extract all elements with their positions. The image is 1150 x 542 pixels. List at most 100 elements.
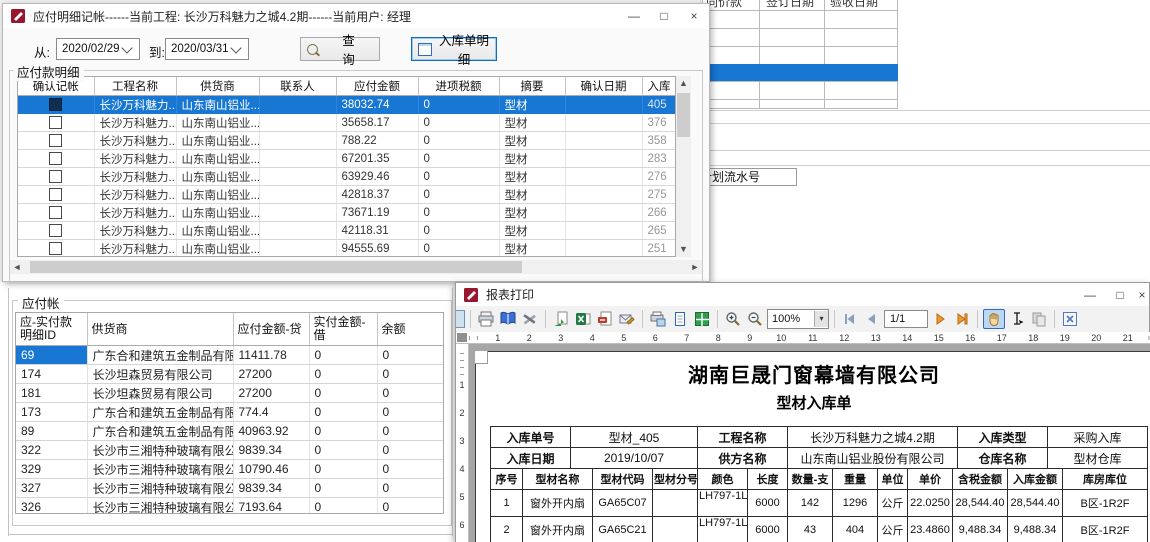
cell-supplier: 山东南山铝业... — [176, 186, 259, 204]
cell-project: 长沙万科魅力... — [94, 114, 176, 132]
column-header: 确认日期 — [565, 77, 642, 96]
print-icon[interactable] — [476, 310, 496, 328]
ruler-number: 6 — [640, 332, 672, 342]
pages-icon[interactable] — [692, 310, 712, 328]
scroll-down-icon[interactable]: ▼ — [676, 242, 691, 257]
scroll-up-icon[interactable]: ▲ — [676, 76, 691, 91]
copy-icon[interactable] — [1029, 310, 1049, 328]
cell-inbound: 376 — [642, 114, 676, 132]
maximize-icon[interactable]: □ — [1105, 286, 1135, 304]
mail-icon[interactable] — [617, 310, 637, 328]
table-row[interactable]: 长沙万科魅力... 山东南山铝业... 73671.19 0 型材 266 — [18, 204, 676, 222]
cell-summary: 型材 — [499, 240, 565, 258]
table-row[interactable]: 327 长沙市三湘特种玻璃有限公司 9839.34 0 0 — [16, 479, 443, 498]
titlebar: 应付明细记帐------当前工程: 长沙万科魅力之城4.2期------当前用户… — [3, 4, 709, 28]
cell-summary: 型材 — [499, 186, 565, 204]
table-row[interactable]: 长沙万科魅力... 山东南山铝业... 788.22 0 型材 358 — [18, 132, 676, 150]
cell-amount: 38032.74 — [336, 96, 418, 114]
confirm-checkbox[interactable] — [49, 98, 62, 111]
table-row[interactable]: 322 长沙市三湘特种玻璃有限公司 9839.34 0 0 — [16, 441, 443, 460]
scroll-left-icon[interactable]: ◄ — [10, 260, 24, 274]
horizontal-scrollbar[interactable]: ◄ ► — [10, 260, 702, 274]
doc-icon[interactable] — [456, 310, 465, 328]
table-row[interactable]: 长沙万科魅力... 山东南山铝业... 67201.35 0 型材 283 — [18, 150, 676, 168]
table-row[interactable]: 长沙万科魅力... 山东南山铝业... 38032.74 0 型材 405 — [18, 96, 676, 114]
column-header: 型材分号 — [653, 469, 698, 490]
confirm-checkbox[interactable] — [49, 116, 62, 129]
confirm-checkbox[interactable] — [49, 206, 62, 219]
scroll-right-icon[interactable]: ► — [688, 260, 702, 274]
column-header: 入库金额 — [1008, 469, 1063, 490]
table-row[interactable]: 326 长沙市三湘特种玻璃有限公司 7193.64 0 0 — [16, 498, 443, 515]
confirm-checkbox[interactable] — [49, 152, 62, 165]
book-icon[interactable] — [498, 310, 518, 328]
close-icon[interactable]: × — [679, 7, 709, 25]
export-icon[interactable] — [551, 310, 571, 328]
table-row[interactable]: 89 广东合和建筑五金制品有限公司 40963.92 0 0 — [16, 422, 443, 441]
report-page: 湖南巨晟门窗幕墙有限公司 型材入库单 入库单号 型材_405 工程名称 长沙万科… — [475, 351, 1150, 542]
minimize-icon[interactable]: — — [1075, 286, 1105, 304]
confirm-checkbox[interactable] — [49, 224, 62, 237]
from-date-select[interactable]: 2020/02/29 — [56, 38, 140, 60]
scrollbar-thumb[interactable] — [677, 93, 690, 137]
to-date-select[interactable]: 2020/03/31 — [165, 38, 249, 60]
confirm-checkbox[interactable] — [49, 170, 62, 183]
ruler-number: 5 — [456, 492, 468, 520]
hand-tool-icon[interactable] — [983, 309, 1005, 329]
page-number-input[interactable]: 1/1 — [884, 310, 928, 328]
close-icon[interactable]: × — [1135, 286, 1149, 304]
cell-balance: 0 — [377, 498, 443, 515]
close-preview-icon[interactable] — [1060, 310, 1080, 328]
table-row[interactable]: 长沙万科魅力... 山东南山铝业... 63929.46 0 型材 276 — [18, 168, 676, 186]
cell-tax: 0 — [418, 96, 499, 114]
cell-id: 322 — [16, 441, 87, 460]
table-row[interactable]: 174 长沙坦森贸易有限公司 27200 0 0 — [16, 365, 443, 384]
cell-id: 327 — [16, 479, 87, 498]
confirm-checkbox[interactable] — [49, 134, 62, 147]
vertical-scrollbar[interactable]: ▲ ▼ — [676, 76, 691, 257]
prev-page-icon[interactable] — [862, 310, 882, 328]
table-row[interactable]: 长沙万科魅力... 山东南山铝业... 35658.17 0 型材 376 — [18, 114, 676, 132]
column-header: 签订日期 — [766, 0, 814, 7]
chevron-down-icon[interactable]: ▾ — [814, 311, 828, 327]
zoom-out-icon[interactable] — [745, 310, 765, 328]
table-row[interactable]: 181 长沙坦森贸易有限公司 27200 0 0 — [16, 384, 443, 403]
minimize-icon[interactable]: — — [619, 7, 649, 25]
confirm-checkbox[interactable] — [49, 188, 62, 201]
pdf-icon[interactable] — [595, 310, 615, 328]
scrollbar-thumb[interactable] — [30, 261, 522, 273]
cell-amount: 63929.46 — [336, 168, 418, 186]
page-icon[interactable] — [670, 310, 690, 328]
query-button[interactable]: 查 询 — [300, 37, 380, 61]
zoom-in-icon[interactable] — [723, 310, 743, 328]
excel-icon[interactable] — [573, 310, 593, 328]
table-row[interactable]: 长沙万科魅力... 山东南山铝业... 94555.69 0 型材 251 — [18, 240, 676, 258]
table-row[interactable]: 69 广东合和建筑五金制品有限公司 11411.78 0 0 — [16, 346, 443, 365]
selected-row-highlight — [702, 64, 898, 81]
cell-tax: 0 — [418, 240, 499, 258]
cell-amount: 73671.19 — [336, 204, 418, 222]
tools-icon[interactable] — [520, 310, 540, 328]
first-page-icon[interactable] — [840, 310, 860, 328]
confirm-checkbox[interactable] — [49, 242, 62, 255]
maximize-icon[interactable]: □ — [649, 7, 679, 25]
cell-supplier: 山东南山铝业... — [176, 204, 259, 222]
next-page-icon[interactable] — [930, 310, 950, 328]
inbound-detail-button[interactable]: 入库单明细 — [411, 37, 497, 61]
table-row[interactable]: 329 长沙市三湘特种玻璃有限公司 10790.46 0 0 — [16, 460, 443, 479]
text-select-icon[interactable] — [1007, 310, 1027, 328]
cell-balance: 0 — [377, 441, 443, 460]
table-row[interactable]: 长沙万科魅力... 山东南山铝业... 42818.37 0 型材 275 — [18, 186, 676, 204]
cell-supplier: 山东南山铝业... — [176, 114, 259, 132]
report-preview[interactable]: 123456 湖南巨晟门窗幕墙有限公司 型材入库单 入库单号 型材_405 工程… — [456, 344, 1150, 542]
column-header: 工程名称 — [94, 77, 176, 96]
print-setup-icon[interactable] — [648, 310, 668, 328]
last-page-icon[interactable] — [952, 310, 972, 328]
table-row[interactable]: 长沙万科魅力... 山东南山铝业... 42118.31 0 型材 265 — [18, 222, 676, 240]
cell-inbound: 266 — [642, 204, 676, 222]
table-row[interactable]: 173 广东合和建筑五金制品有限公司 774.4 0 0 — [16, 403, 443, 422]
payable-detail-table: 确认记帐工程名称供货商联系人应付金额进项税额摘要确认日期入库 长沙万科魅力...… — [17, 76, 676, 257]
zoom-select[interactable]: 100% ▾ — [767, 309, 829, 329]
ruler-number: 17 — [986, 332, 1018, 342]
cell-balance: 0 — [377, 346, 443, 365]
